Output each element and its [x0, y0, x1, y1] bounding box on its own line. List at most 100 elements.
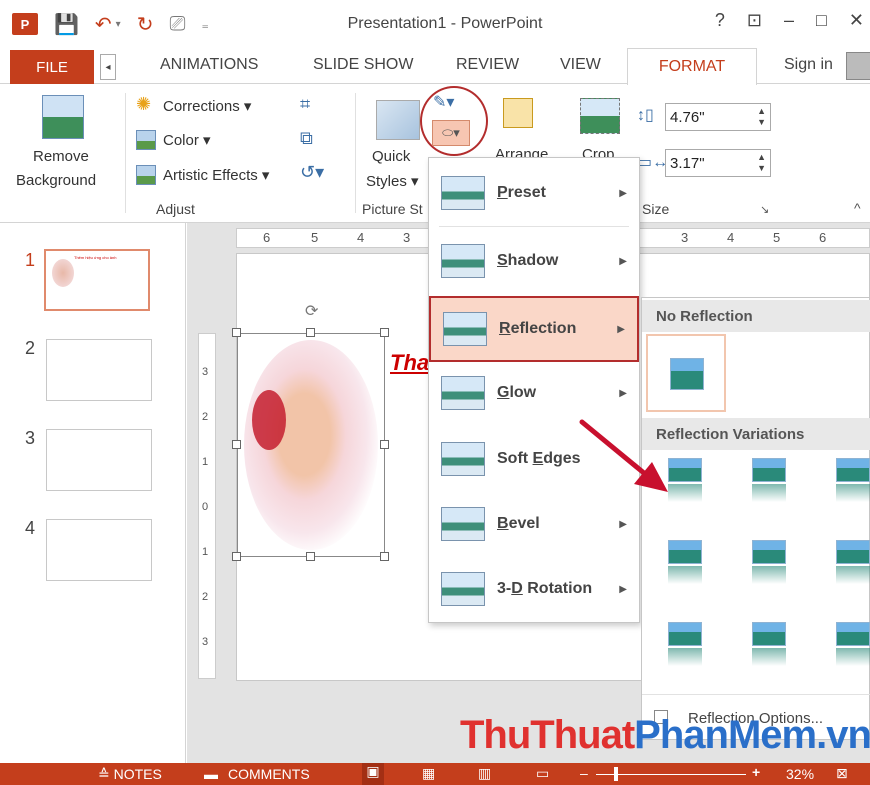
artistic-effects-icon[interactable] — [136, 165, 156, 185]
no-reflection-option[interactable] — [646, 334, 726, 412]
zoom-slider-thumb[interactable] — [614, 767, 618, 781]
tab-slide-show[interactable]: SLIDE SHOW — [313, 56, 413, 74]
size-group-label: Size — [642, 201, 670, 217]
reflection-variation[interactable] — [836, 622, 870, 668]
photo-red-area — [252, 390, 286, 450]
quick-styles-label-2[interactable]: Styles ▾ — [366, 172, 419, 190]
width-spinner-icon[interactable]: ▲ ▼ — [757, 152, 766, 174]
corrections-button[interactable]: Corrections ▾ — [163, 97, 251, 115]
zoom-in-button[interactable]: + — [752, 764, 760, 780]
tab-animations[interactable]: ANIMATIONS — [160, 56, 258, 74]
undo-icon[interactable]: ↶ — [95, 12, 112, 37]
tab-review[interactable]: REVIEW — [456, 56, 519, 74]
reading-view-icon[interactable]: ▥ — [478, 765, 491, 782]
reset-picture-icon[interactable]: ↺▾ — [300, 162, 324, 183]
shape-width-input[interactable]: 3.17" ▲ ▼ — [665, 149, 771, 177]
tab-scroll-left-button[interactable]: ◂ — [100, 54, 116, 80]
redo-icon[interactable]: ↻ — [137, 12, 154, 37]
resize-handle[interactable] — [380, 552, 389, 561]
menu-item-preset[interactable]: Preset ▶ — [429, 162, 639, 224]
color-icon[interactable] — [136, 130, 156, 150]
ruler-label: 3 — [681, 230, 689, 245]
change-picture-icon[interactable]: ⧉ — [300, 128, 313, 149]
size-dialog-launcher[interactable]: ↘ — [760, 203, 769, 216]
picture-effects-icon[interactable]: ⬭▾ — [432, 120, 470, 146]
ruler-label: 6 — [819, 230, 827, 245]
resize-handle[interactable] — [232, 440, 241, 449]
remove-background-label-1[interactable]: Remove — [33, 148, 89, 165]
resize-handle[interactable] — [380, 440, 389, 449]
arrange-icon[interactable] — [503, 98, 533, 128]
close-button[interactable]: ✕ — [849, 10, 864, 31]
ribbon-display-options-button[interactable]: ⊡ — [747, 10, 762, 31]
remove-background-icon[interactable] — [42, 95, 84, 139]
resize-handle[interactable] — [306, 328, 315, 337]
quick-styles-icon[interactable] — [376, 100, 420, 140]
save-icon[interactable]: 💾 — [54, 12, 79, 37]
slide-title-text[interactable]: Tha — [390, 350, 429, 376]
notes-button[interactable]: ≙ NOTES — [98, 766, 162, 783]
undo-dropdown-icon[interactable]: ▾ — [116, 19, 121, 30]
resize-handle[interactable] — [380, 328, 389, 337]
submenu-arrow-icon: ▶ — [619, 255, 627, 267]
resize-handle[interactable] — [306, 552, 315, 561]
color-button[interactable]: Color ▾ — [163, 131, 211, 149]
start-from-beginning-icon[interactable]: ⎚ — [169, 13, 185, 36]
help-button[interactable]: ? — [715, 10, 725, 31]
menu-item-reflection[interactable]: Reflection ▶ — [429, 296, 639, 362]
slide-thumbnail-3[interactable] — [46, 429, 152, 491]
fit-slide-icon[interactable]: ⊠ — [836, 765, 848, 782]
zoom-out-button[interactable]: – — [580, 765, 588, 781]
artistic-effects-button[interactable]: Artistic Effects ▾ — [163, 166, 269, 184]
zoom-slider-track[interactable] — [596, 774, 746, 775]
ruler-label: 5 — [773, 230, 781, 245]
reflection-variation[interactable] — [752, 458, 786, 504]
tab-file[interactable]: FILE — [10, 50, 94, 84]
resize-handle[interactable] — [232, 552, 241, 561]
reflection-variation[interactable] — [752, 540, 786, 586]
remove-background-label-2[interactable]: Background — [16, 172, 96, 189]
height-spinner-icon[interactable]: ▲ ▼ — [757, 106, 766, 128]
reflection-variation[interactable] — [668, 622, 702, 668]
comments-button[interactable]: COMMENTS — [228, 766, 310, 782]
slide-thumbnail-2[interactable] — [46, 339, 152, 401]
sign-in-link[interactable]: Sign in — [784, 56, 833, 74]
minimize-button[interactable]: – — [784, 10, 794, 31]
menu-item-bevel[interactable]: Bevel ▶ — [429, 493, 639, 555]
menu-item-label: 3-D Rotation — [497, 580, 593, 597]
quick-styles-label-1[interactable]: Quick — [372, 148, 410, 165]
reflection-variation[interactable] — [836, 458, 870, 504]
menu-item-shadow[interactable]: Shadow ▶ — [429, 230, 639, 292]
reflection-variation[interactable] — [836, 540, 870, 586]
slide-thumbnail-4[interactable] — [46, 519, 152, 581]
corrections-icon[interactable]: ✺ — [136, 94, 151, 115]
menu-item-3d-rotation[interactable]: 3-D Rotation ▶ — [429, 558, 639, 620]
crop-icon[interactable] — [580, 98, 620, 134]
slide-sorter-icon[interactable]: ▦ — [422, 765, 435, 782]
picture-effects-menu: Preset ▶ Shadow ▶ Reflection ▶ Glow ▶ So… — [428, 157, 640, 623]
soft-edges-icon — [441, 442, 485, 476]
submenu-arrow-icon: ▶ — [619, 583, 627, 595]
ruler-label: 0 — [202, 501, 209, 513]
zoom-level[interactable]: 32% — [786, 766, 814, 782]
maximize-button[interactable]: □ — [816, 10, 827, 31]
slide-thumbnail-1[interactable]: Thêm hiệu ứng cho ảnh — [44, 249, 150, 311]
normal-view-icon[interactable]: ▣ — [362, 763, 384, 785]
shape-height-input[interactable]: 4.76" ▲ ▼ — [665, 103, 771, 131]
comments-icon[interactable]: ▬ — [204, 766, 218, 782]
slide-show-icon[interactable]: ▭ — [536, 765, 549, 782]
menu-item-label: Bevel — [497, 515, 540, 532]
avatar[interactable] — [846, 52, 870, 80]
compress-pictures-icon[interactable]: ⌗ — [300, 94, 310, 115]
tab-format[interactable]: FORMAT — [627, 48, 757, 85]
collapse-ribbon-button[interactable]: ^ — [854, 200, 861, 216]
selected-picture[interactable] — [237, 333, 385, 557]
customize-qat-icon[interactable]: ₌ — [201, 16, 208, 33]
resize-handle[interactable] — [232, 328, 241, 337]
reflection-variation[interactable] — [752, 622, 786, 668]
rotate-handle-icon[interactable]: ⟳ — [305, 301, 318, 321]
tab-view[interactable]: VIEW — [560, 56, 601, 74]
picture-border-icon[interactable]: ✎▾ — [433, 92, 454, 112]
no-reflection-header: No Reflection — [642, 300, 870, 332]
reflection-variation[interactable] — [668, 540, 702, 586]
